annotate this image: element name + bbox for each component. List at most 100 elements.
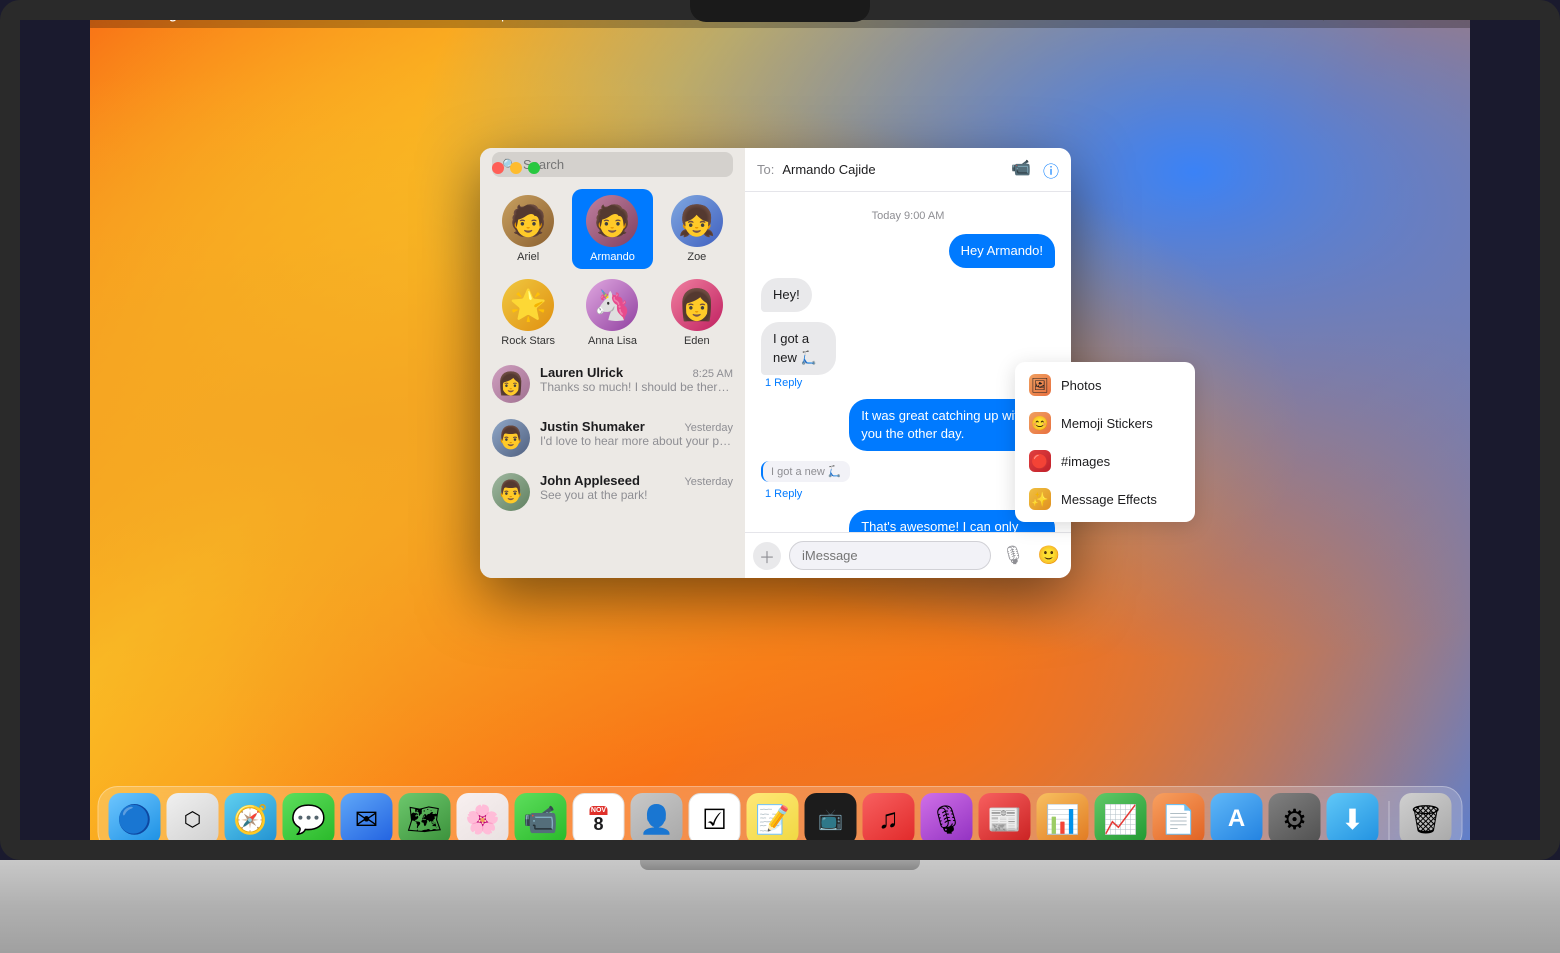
popover-item-photos[interactable]: 🖼 Photos xyxy=(1015,366,1195,404)
dock-notes[interactable]: 📝 xyxy=(747,793,799,845)
dock-safari[interactable]: 🧭 xyxy=(225,793,277,845)
dock-pages[interactable]: 📄 xyxy=(1153,793,1205,845)
avatar-john: 👨 xyxy=(492,473,530,511)
chat-recipient: Armando Cajide xyxy=(782,162,875,177)
wifi-icon[interactable]: WiFi xyxy=(1277,7,1301,21)
pinned-contact-eden[interactable]: 👩 Eden xyxy=(657,273,737,353)
close-button[interactable] xyxy=(492,162,504,174)
list-item-justin[interactable]: 👨 Justin Shumaker Yesterday I'd love to … xyxy=(480,411,745,465)
menu-file[interactable]: File xyxy=(207,7,228,22)
popover-label-photos: Photos xyxy=(1061,378,1101,393)
images-icon: 🔴 xyxy=(1029,450,1051,472)
popover-item-effects[interactable]: ✨ Message Effects xyxy=(1015,480,1195,518)
bubble-row-2: Hey! xyxy=(761,278,1055,312)
reply-indicator-1[interactable]: 1 Reply xyxy=(765,377,868,389)
pinned-contact-armando[interactable]: 🧑 Armando xyxy=(572,189,652,269)
dock-music[interactable]: ♫ xyxy=(863,793,915,845)
dock-mail[interactable]: ✉ xyxy=(341,793,393,845)
list-item-john[interactable]: 👨 John Appleseed Yesterday See you at th… xyxy=(480,465,745,519)
dock-contacts[interactable]: 👤 xyxy=(631,793,683,845)
message-input[interactable] xyxy=(789,541,991,570)
maximize-button[interactable] xyxy=(528,162,540,174)
list-item-lauren[interactable]: 👩 Lauren Ulrick 8:25 AM Thanks so much! … xyxy=(480,357,745,411)
menubar-right: 🔊 ▮▮▮▮ WiFi 🔍 ⊞ Tue Nov 8 9:41 AM xyxy=(1215,7,1458,21)
pinned-contact-ariel[interactable]: 🧑 Ariel xyxy=(488,189,568,269)
minimize-button[interactable] xyxy=(510,162,522,174)
dock-calendar[interactable]: NOV 8 xyxy=(573,793,625,845)
dock-messages[interactable]: 💬 xyxy=(283,793,335,845)
bubble-2: Hey! xyxy=(761,278,812,312)
control-center-icon[interactable]: ⊞ xyxy=(1336,7,1346,21)
dock-trash[interactable]: 🗑 xyxy=(1400,793,1452,845)
dock-appletv[interactable]: 📺 xyxy=(805,793,857,845)
pinned-contact-zoe[interactable]: 👧 Zoe xyxy=(657,189,737,269)
pinned-name-rockstars: Rock Stars xyxy=(501,335,555,347)
menu-view[interactable]: View xyxy=(283,7,311,22)
message-list: 👩 Lauren Ulrick 8:25 AM Thanks so much! … xyxy=(480,357,745,578)
menubar-left:  Messages File Edit View Conversation W… xyxy=(102,6,508,23)
info-button[interactable]: ⓘ xyxy=(1043,158,1059,182)
menubar-app-name[interactable]: Messages xyxy=(129,7,191,22)
effects-icon: ✨ xyxy=(1029,488,1051,510)
pinned-contact-rockstars[interactable]: 🌟 Rock Stars xyxy=(488,273,568,353)
screen-area:  Messages File Edit View Conversation W… xyxy=(90,0,1470,860)
dock-podcasts[interactable]: 🎙 xyxy=(921,793,973,845)
emoji-button[interactable]: 🙂 xyxy=(1035,542,1063,570)
dock-news[interactable]: 📰 xyxy=(979,793,1031,845)
pinned-name-zoe: Zoe xyxy=(687,251,706,263)
dock-photos[interactable]: 🌸 xyxy=(457,793,509,845)
dock-maccleaner[interactable]: ⬇ xyxy=(1327,793,1379,845)
dock-appstore[interactable]: A xyxy=(1211,793,1263,845)
pinned-name-ariel: Ariel xyxy=(517,251,539,263)
dock-systemprefs[interactable]: ⚙ xyxy=(1269,793,1321,845)
popover-label-effects: Message Effects xyxy=(1061,492,1157,507)
dock-numbers[interactable]: 📈 xyxy=(1095,793,1147,845)
dock: 🔵 ⬡ 🧭 💬 ✉ 🗺 🌸 📹 NOV 8 👤 ☑ 📝 📺 ♫ 🎙 📰 📊 📈 xyxy=(98,786,1463,852)
messages-sidebar: ✏ 🔍 🧑 Ariel 🧑 Armando xyxy=(480,148,745,578)
bubble-row-1: Hey Armando! xyxy=(761,234,1055,268)
popover-label-images: #images xyxy=(1061,454,1110,469)
menu-help[interactable]: Help xyxy=(482,7,509,22)
msg-name-john: John Appleseed xyxy=(540,473,640,488)
avatar-lauren: 👩 xyxy=(492,365,530,403)
video-call-button[interactable]: 📹 xyxy=(1011,158,1031,182)
bubble-row-5: I got a new 🛴 1 Reply xyxy=(761,461,1055,500)
reply-quote-bubble: I got a new 🛴 xyxy=(761,461,850,482)
dock-reminders[interactable]: ☑ xyxy=(689,793,741,845)
chat-panel: To: Armando Cajide 📹 ⓘ Today 9:00 AM Hey… xyxy=(745,148,1071,578)
popover-item-memoji[interactable]: 😊 Memoji Stickers xyxy=(1015,404,1195,442)
dock-maps[interactable]: 🗺 xyxy=(399,793,451,845)
msg-content-justin: Justin Shumaker Yesterday I'd love to he… xyxy=(540,419,733,448)
attach-button[interactable]: ＋ xyxy=(753,542,781,570)
input-bar: ＋ 🎙 🙂 xyxy=(745,532,1071,578)
popover-label-memoji: Memoji Stickers xyxy=(1061,416,1153,431)
avatar-ariel: 🧑 xyxy=(502,195,554,247)
chat-to-label: To: xyxy=(757,162,774,177)
msg-content-john: John Appleseed Yesterday See you at the … xyxy=(540,473,733,502)
apple-logo-icon[interactable]:  xyxy=(102,6,113,23)
laptop-base xyxy=(0,860,1560,953)
dock-keynote[interactable]: 📊 xyxy=(1037,793,1089,845)
reply-indicator-2[interactable]: 1 Reply xyxy=(765,488,850,500)
dock-finder[interactable]: 🔵 xyxy=(109,793,161,845)
msg-header-lauren: Lauren Ulrick 8:25 AM xyxy=(540,365,733,380)
pinned-contacts-grid: 🧑 Ariel 🧑 Armando 👧 Zoe 🌟 Rock Stars xyxy=(480,185,745,357)
laptop-hinge xyxy=(640,860,920,870)
msg-header-john: John Appleseed Yesterday xyxy=(540,473,733,488)
avatar-annalisa: 🦄 xyxy=(586,279,638,331)
dock-facetime[interactable]: 📹 xyxy=(515,793,567,845)
volume-icon[interactable]: 🔊 xyxy=(1215,7,1230,21)
pinned-name-eden: Eden xyxy=(684,335,710,347)
dock-launchpad[interactable]: ⬡ xyxy=(167,793,219,845)
menu-conversation[interactable]: Conversation xyxy=(327,7,404,22)
popover-item-images[interactable]: 🔴 #images xyxy=(1015,442,1195,480)
search-icon[interactable]: 🔍 xyxy=(1311,7,1326,21)
memoji-icon: 😊 xyxy=(1029,412,1051,434)
battery-icon: ▮▮▮▮ xyxy=(1240,7,1266,21)
menu-window[interactable]: Window xyxy=(419,7,465,22)
chat-header-actions: 📹 ⓘ xyxy=(1011,158,1059,182)
audio-button[interactable]: 🎙 xyxy=(999,542,1027,570)
pinned-name-armando: Armando xyxy=(590,251,635,263)
menu-edit[interactable]: Edit xyxy=(244,7,266,22)
pinned-contact-annalisa[interactable]: 🦄 Anna Lisa xyxy=(572,273,652,353)
